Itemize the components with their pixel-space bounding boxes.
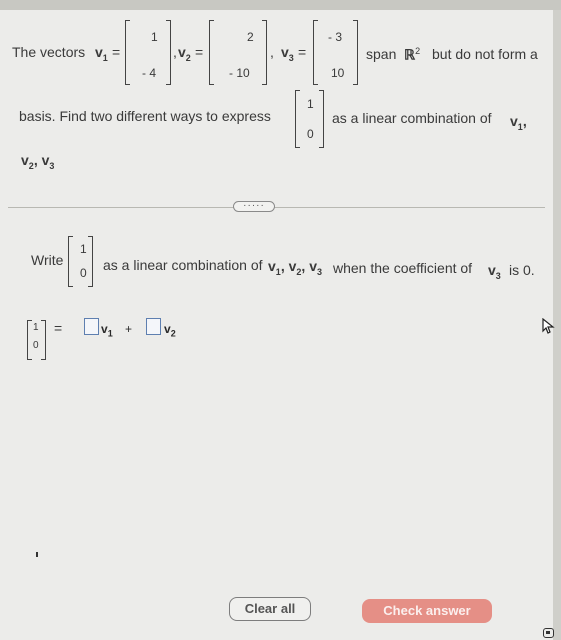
answer-target-bracket-right (41, 320, 46, 360)
v3-label: v3 (281, 44, 294, 63)
answer-target-entry-2: 0 (33, 340, 39, 351)
v3-equals: = (298, 44, 307, 60)
part-desc-end: when the coefficient of (333, 260, 473, 276)
target-entry-2: 0 (307, 127, 314, 141)
answer-target-entry-1: 1 (33, 322, 39, 333)
line3-vectors: v2, v3 (21, 152, 55, 171)
expand-more-button[interactable]: ····· (233, 201, 275, 212)
r2-symbol: ℝ2 (404, 46, 421, 63)
v1-entry-1: 1 (151, 30, 158, 44)
part-target-bracket-right (88, 236, 93, 287)
answer-v1-label: v1 (101, 322, 113, 339)
linear-combination-text: as a linear combination of (332, 110, 492, 126)
scroll-marker (36, 552, 38, 557)
top-band (0, 0, 561, 10)
section-divider (8, 207, 545, 208)
check-answer-button[interactable]: Check answer (362, 599, 492, 623)
v3-bracket-right (353, 20, 358, 85)
v2-equals: = (195, 44, 204, 60)
mouse-pointer-icon (542, 318, 555, 334)
clear-all-button[interactable]: Clear all (229, 597, 311, 621)
v3-bracket-left (313, 20, 318, 85)
v1-label: v1 (95, 44, 108, 63)
v1-bracket-left (125, 20, 130, 85)
coefficient-v2-input[interactable] (146, 318, 161, 335)
part-target-entry-2: 0 (80, 266, 87, 280)
v3-entry-2: 10 (331, 66, 345, 80)
part-v3-label: v3 (488, 262, 501, 281)
part-desc-start: as a linear combination of (103, 257, 263, 273)
target-bracket-left (295, 90, 300, 148)
target-bracket-right (319, 90, 324, 148)
part-target-entry-1: 1 (80, 242, 87, 256)
part-target-bracket-left (68, 236, 73, 287)
v2-bracket-left (209, 20, 214, 85)
target-entry-1: 1 (307, 97, 314, 111)
part-vectors: v1, v2, v3 (268, 258, 322, 277)
v1-entry-2: - 4 (142, 66, 157, 80)
answer-plus: + (125, 322, 133, 336)
v2-entry-1: 2 (247, 30, 254, 44)
keyboard-icon[interactable] (543, 628, 554, 638)
intro-text: The vectors (12, 44, 86, 60)
comma-2: , (270, 44, 274, 60)
v1-equals: = (112, 44, 121, 60)
v1-bracket-right (166, 20, 171, 85)
span-rest-text: but do not form a (432, 46, 538, 62)
line2-v1-label: v1, (510, 113, 527, 132)
v3-entry-1: - 3 (328, 30, 343, 44)
answer-v2-label: v2 (164, 322, 176, 339)
span-word: span (366, 46, 397, 62)
question-panel (0, 10, 553, 640)
v2-label: v2 (178, 44, 191, 63)
basis-text: basis. Find two different ways to expres… (19, 108, 271, 124)
write-label: Write (31, 252, 64, 268)
coefficient-v1-input[interactable] (84, 318, 99, 335)
answer-target-bracket-left (27, 320, 32, 360)
v2-entry-2: - 10 (229, 66, 250, 80)
answer-equals: = (54, 320, 63, 336)
part-desc-tail: is 0. (509, 262, 535, 278)
comma-1: , (173, 44, 177, 60)
v2-bracket-right (262, 20, 267, 85)
